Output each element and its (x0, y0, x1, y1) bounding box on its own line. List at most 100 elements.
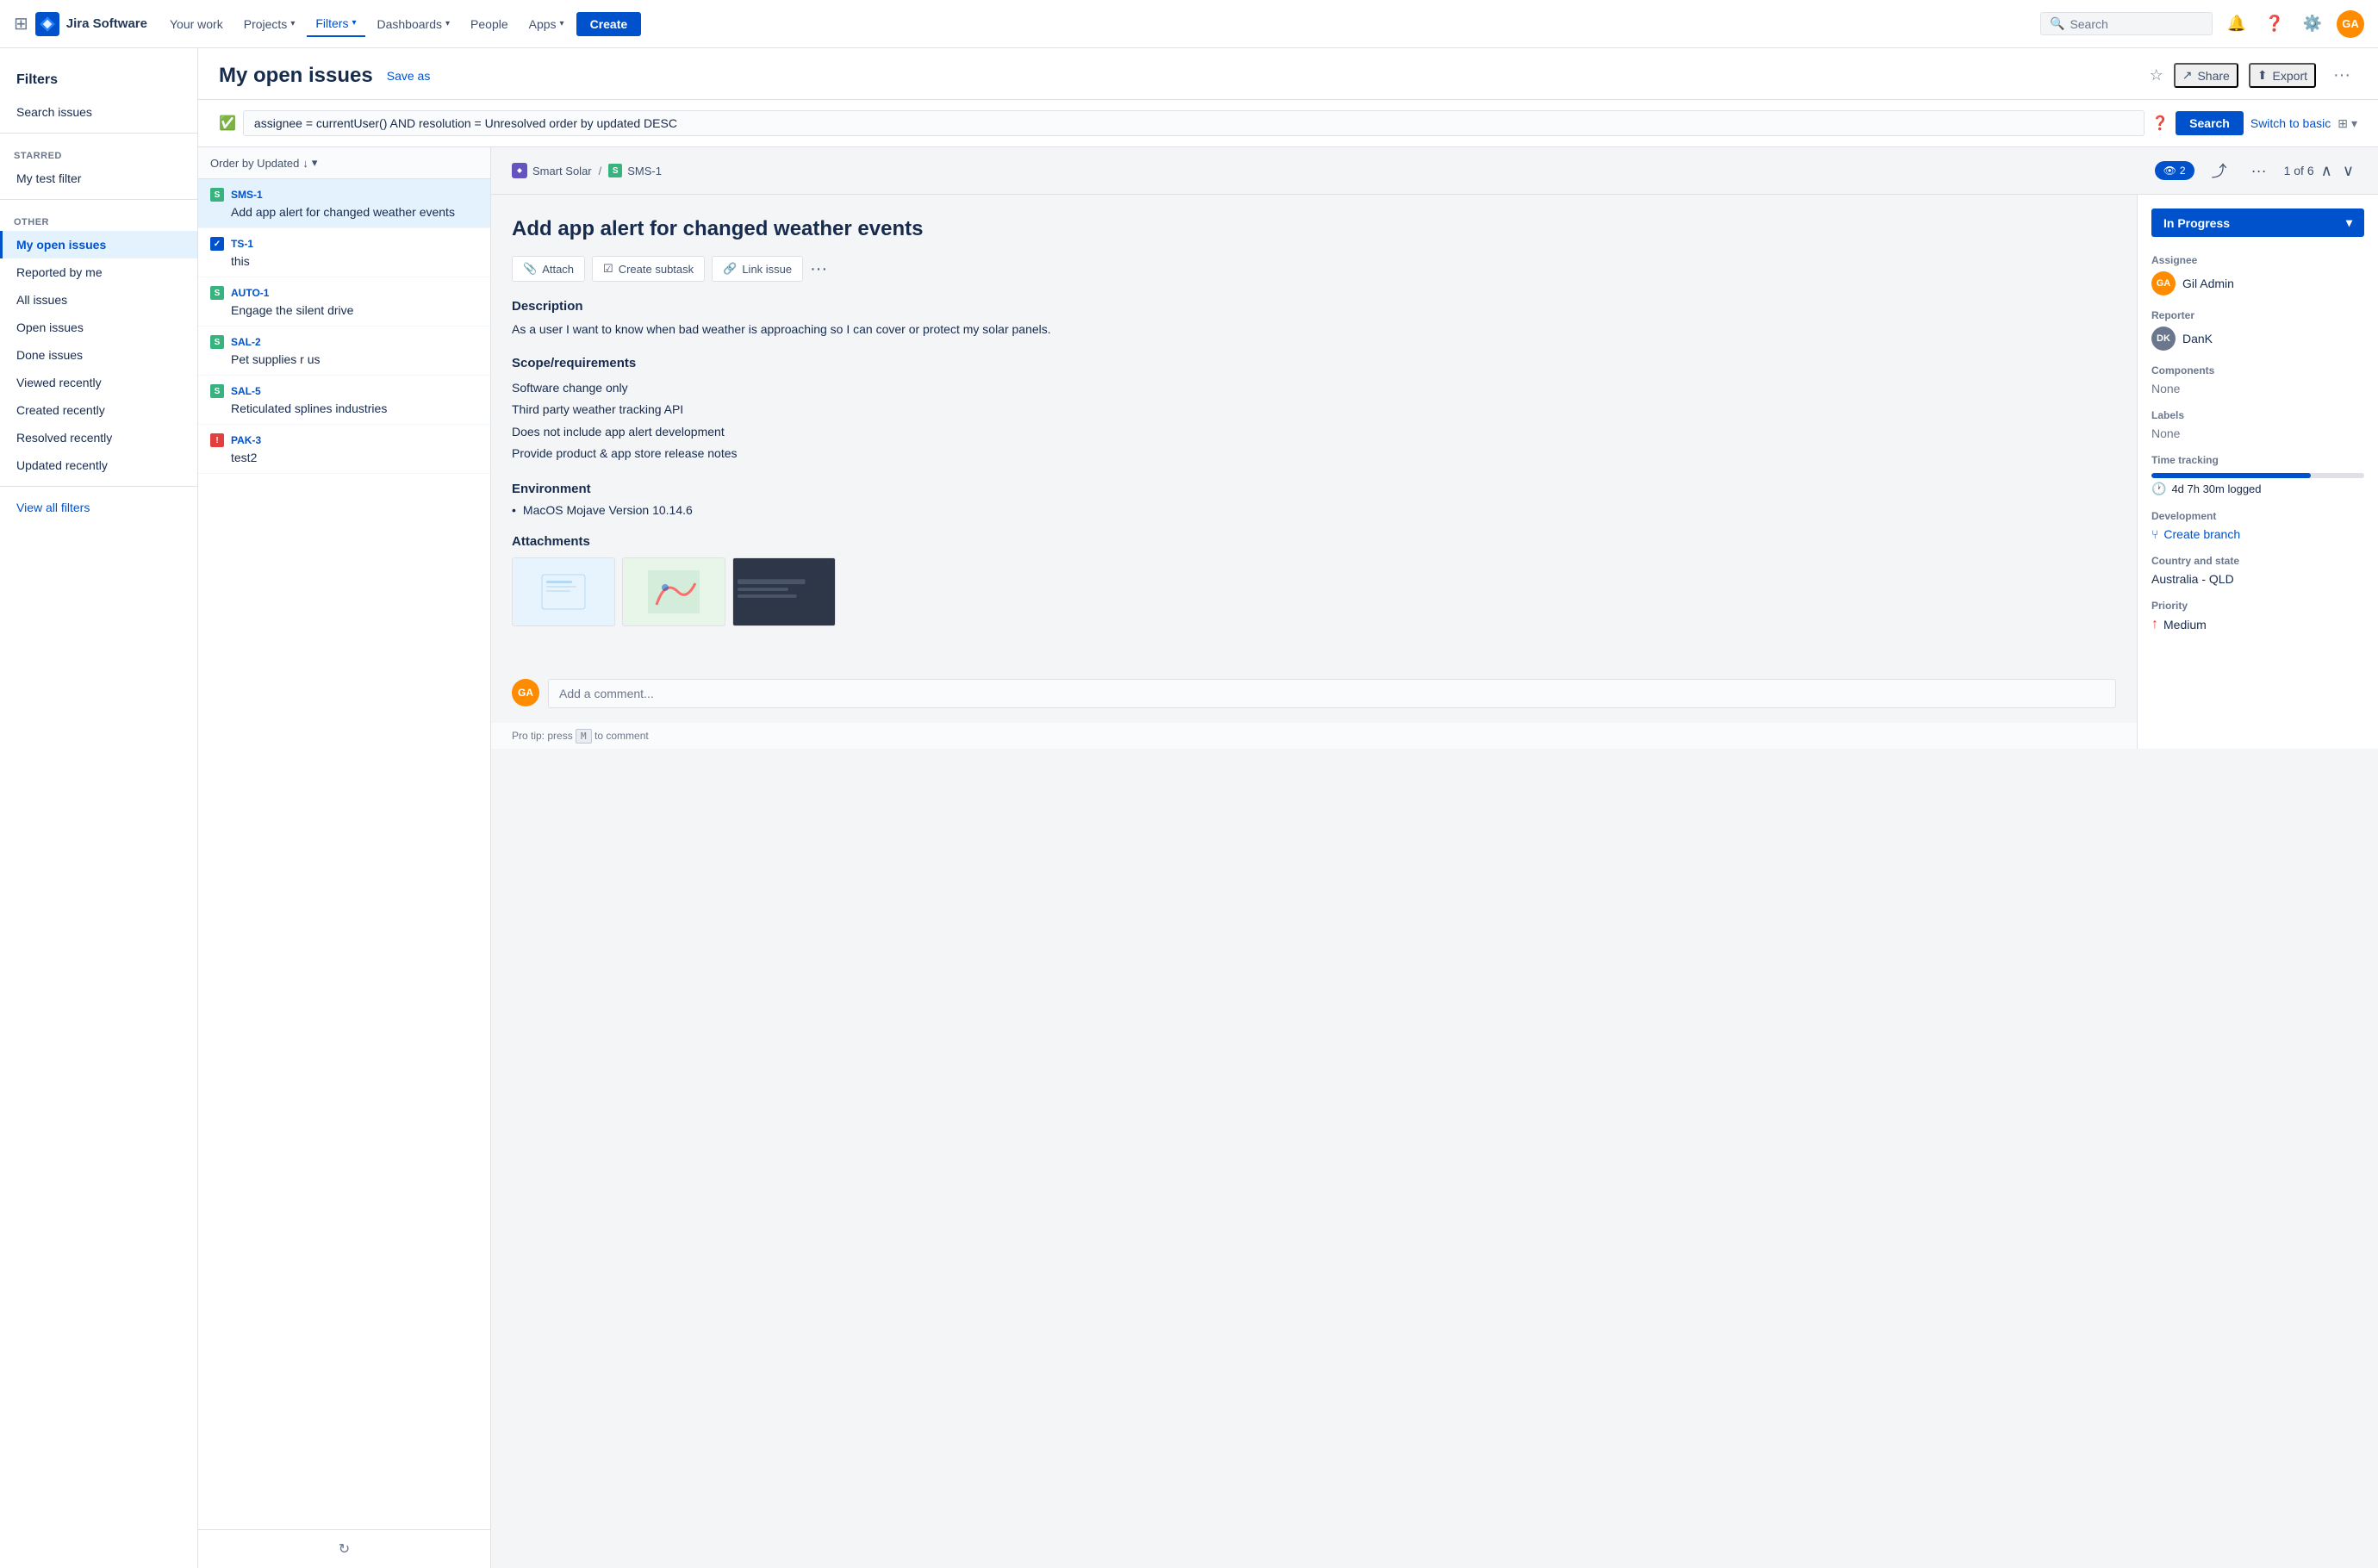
issue-item-top: S SAL-5 (210, 384, 478, 398)
order-by-control[interactable]: Order by Updated ↓ ▾ (210, 156, 317, 170)
search-icon: 🔍 (2050, 16, 2064, 31)
story-icon-auto: S (210, 286, 224, 300)
nav-dashboards[interactable]: Dashboards ▾ (369, 12, 459, 36)
share-button[interactable]: ↗ Share (2174, 63, 2238, 88)
detail-body: Add app alert for changed weather events… (491, 195, 2378, 749)
search-placeholder: Search (2070, 17, 2107, 31)
issue-item-sal2[interactable]: S SAL-2 Pet supplies r us (198, 327, 490, 376)
nav-projects[interactable]: Projects ▾ (235, 12, 304, 36)
issue-title-sal2: Pet supplies r us (210, 352, 478, 366)
view-toggle-chevron-icon: ▾ (2351, 116, 2357, 131)
create-subtask-button[interactable]: ☑ Create subtask (592, 256, 705, 282)
share-detail-button[interactable]: ⤴ (2205, 156, 2234, 185)
refresh-icon[interactable]: ↻ (339, 1540, 350, 1558)
issue-item-ts1[interactable]: ✓ TS-1 this (198, 228, 490, 277)
scope-item-3: Does not include app alert development (512, 421, 2116, 443)
story-icon-sal5: S (210, 384, 224, 398)
country-value: Australia - QLD (2151, 572, 2364, 586)
project-icon (512, 163, 527, 178)
toolbar-more-button[interactable]: ··· (810, 259, 827, 279)
jql-bar: ✅ ❓ Search Switch to basic ⊞ ▾ (198, 100, 2378, 147)
search-box[interactable]: 🔍 Search (2040, 12, 2213, 35)
time-tracking-info: 🕐 4d 7h 30m logged (2151, 482, 2364, 496)
view-toggle[interactable]: ⊞ ▾ (2338, 116, 2357, 131)
jql-input[interactable] (243, 110, 2145, 136)
labels-section: Labels None (2151, 409, 2364, 440)
link-issue-button[interactable]: 🔗 Link issue (712, 256, 803, 282)
issue-title-pak3: test2 (210, 451, 478, 464)
grid-icon[interactable]: ⊞ (14, 13, 28, 34)
issue-type-icon-sm: S (608, 164, 622, 177)
more-actions-button[interactable]: ··· (2244, 159, 2274, 184)
search-button[interactable]: Search (2176, 111, 2244, 135)
share-icon: ↗ (2182, 68, 2193, 83)
view-count-badge[interactable]: 👁 2 (2155, 161, 2194, 180)
story-icon: S (210, 188, 224, 202)
attachment-thumb-1[interactable] (512, 557, 615, 626)
prev-issue-button[interactable]: ∧ (2318, 160, 2336, 182)
sidebar-viewed-recently[interactable]: Viewed recently (0, 369, 197, 396)
development-section: Development ⑂ Create branch (2151, 510, 2364, 541)
priority-icon: ↑ (2151, 617, 2158, 632)
issue-item-top: S AUTO-1 (210, 286, 478, 300)
create-button[interactable]: Create (576, 12, 642, 36)
bug-icon: ! (210, 433, 224, 447)
breadcrumb-project[interactable]: Smart Solar (512, 163, 592, 178)
sidebar-open-issues[interactable]: Open issues (0, 314, 197, 341)
star-icon[interactable]: ☆ (2150, 66, 2163, 84)
main-content: My open issues Save as ☆ ↗ Share ⬆ Expor… (198, 48, 2378, 1568)
nav-people[interactable]: People (462, 12, 517, 36)
jql-help-icon[interactable]: ❓ (2151, 115, 2169, 132)
scope-item-1: Software change only (512, 377, 2116, 399)
nav-apps[interactable]: Apps ▾ (520, 12, 573, 36)
detail-toolbar: 📎 Attach ☑ Create subtask 🔗 Link issue (512, 256, 2116, 282)
next-issue-button[interactable]: ∨ (2339, 160, 2357, 182)
comment-input[interactable]: Add a comment... (548, 679, 2116, 708)
detail-actions-right: 👁 2 ⤴ ··· 1 of 6 ∧ ∨ (2155, 156, 2357, 185)
time-tracking-fill (2151, 473, 2311, 478)
settings-icon[interactable]: ⚙️ (2299, 10, 2326, 38)
sidebar-updated-recently[interactable]: Updated recently (0, 451, 197, 479)
status-button[interactable]: In Progress ▾ (2151, 208, 2364, 237)
filters-chevron-icon: ▾ (352, 18, 356, 28)
more-options-button[interactable]: ··· (2326, 62, 2357, 89)
save-as-button[interactable]: Save as (387, 69, 431, 83)
sidebar-my-open-issues[interactable]: My open issues (0, 231, 197, 258)
attach-button[interactable]: 📎 Attach (512, 256, 585, 282)
sidebar-search-issues[interactable]: Search issues (0, 98, 197, 126)
sidebar-resolved-recently[interactable]: Resolved recently (0, 424, 197, 451)
issue-item-sms1[interactable]: S SMS-1 Add app alert for changed weathe… (198, 179, 490, 228)
priority-value-row: ↑ Medium (2151, 617, 2364, 632)
sidebar-all-issues[interactable]: All issues (0, 286, 197, 314)
attachment-thumb-2[interactable] (622, 557, 725, 626)
switch-to-basic-button[interactable]: Switch to basic (2250, 116, 2331, 130)
breadcrumb-issue[interactable]: S SMS-1 (608, 164, 662, 177)
issue-item-sal5[interactable]: S SAL-5 Reticulated splines industries (198, 376, 490, 425)
create-branch-button[interactable]: ⑂ Create branch (2151, 527, 2364, 541)
assignee-label: Assignee (2151, 254, 2364, 266)
sidebar-my-test-filter[interactable]: My test filter (0, 165, 197, 192)
issue-item-auto1[interactable]: S AUTO-1 Engage the silent drive (198, 277, 490, 327)
sidebar-view-all-filters[interactable]: View all filters (0, 494, 197, 521)
sidebar-done-issues[interactable]: Done issues (0, 341, 197, 369)
attachments-label: Attachments (512, 534, 2116, 549)
help-icon[interactable]: ❓ (2261, 10, 2288, 38)
user-avatar[interactable]: GA (2337, 10, 2364, 38)
notifications-icon[interactable]: 🔔 (2223, 10, 2250, 38)
view-toggle-icon: ⊞ (2338, 116, 2348, 131)
issue-key-sal5: SAL-5 (231, 385, 261, 397)
sidebar-created-recently[interactable]: Created recently (0, 396, 197, 424)
attachment-thumb-3[interactable] (732, 557, 836, 626)
filter-title: My open issues (219, 64, 373, 88)
nav-filters[interactable]: Filters ▾ (307, 11, 364, 37)
sidebar-divider-1 (0, 133, 197, 134)
nav-your-work[interactable]: Your work (161, 12, 232, 36)
sidebar-reported-by-me[interactable]: Reported by me (0, 258, 197, 286)
apps-chevron-icon: ▾ (560, 19, 564, 28)
export-button[interactable]: ⬆ Export (2249, 63, 2316, 88)
attach-icon: 📎 (523, 262, 537, 276)
issue-item-pak3[interactable]: ! PAK-3 test2 (198, 425, 490, 474)
issue-title-sal5: Reticulated splines industries (210, 401, 478, 415)
assignee-value: GA Gil Admin (2151, 271, 2364, 296)
sidebar-starred-label: STARRED (0, 140, 197, 165)
